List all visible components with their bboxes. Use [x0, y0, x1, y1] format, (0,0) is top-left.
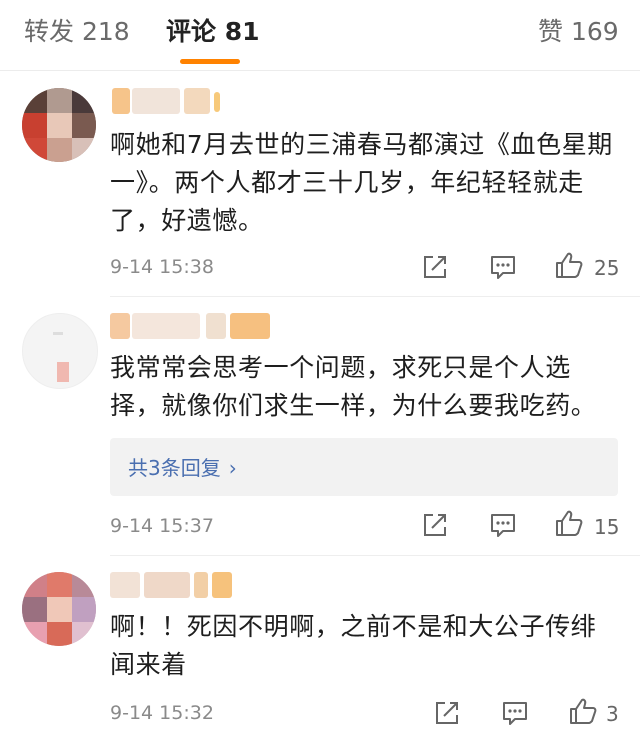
like-count: 15 — [594, 515, 620, 539]
comment-text: 啊！！死因不明啊，之前不是和大公子传绯闻来着 — [110, 612, 597, 679]
thumbs-up-icon[interactable] — [554, 508, 584, 538]
comment-item: 啊她和7月去世的三浦春马都演过《血色星期一》。两个人都才三十几岁，年纪轻轻就走了… — [0, 70, 640, 296]
active-tab-indicator — [180, 59, 240, 64]
comment-icon[interactable] — [500, 698, 530, 728]
chevron-right-icon: › — [228, 456, 237, 480]
thumbs-up-icon[interactable] — [554, 250, 584, 280]
comment-icon[interactable] — [488, 510, 518, 540]
thumbs-up-icon[interactable] — [568, 696, 598, 726]
avatar[interactable] — [22, 88, 96, 162]
comment-item: 啊！！死因不明啊，之前不是和大公子传绯闻来着 9-14 15:32 3 — [0, 556, 640, 734]
share-icon[interactable] — [420, 510, 450, 540]
tab-likes[interactable]: 赞 169 — [538, 14, 619, 50]
view-replies-link[interactable]: 共3条回复 › — [128, 452, 237, 481]
comment-timestamp: 9-14 15:37 — [110, 515, 214, 537]
share-icon[interactable] — [420, 252, 450, 282]
tab-reposts[interactable]: 转发 218 — [24, 14, 130, 50]
username-blurred[interactable] — [110, 572, 232, 598]
comment-item: 我常常会思考一个问题，求死只是个人选择，就像你们求生一样，为什么要我吃药。 共3… — [0, 297, 640, 555]
comment-text: 我常常会思考一个问题，求死只是个人选择，就像你们求生一样，为什么要我吃药。 — [110, 353, 597, 420]
avatar[interactable] — [22, 313, 98, 389]
like-count: 25 — [594, 256, 620, 280]
comment-icon[interactable] — [488, 252, 518, 282]
like-count: 3 — [606, 702, 619, 726]
username-blurred[interactable] — [110, 313, 280, 339]
replies-box[interactable]: 共3条回复 › — [110, 438, 618, 496]
comment-tabs: 转发 218 评论 81 赞 169 — [0, 0, 640, 71]
username-blurred[interactable] — [110, 88, 230, 114]
view-replies-label: 共3条回复 — [128, 456, 221, 480]
share-icon[interactable] — [432, 698, 462, 728]
comment-timestamp: 9-14 15:38 — [110, 256, 214, 278]
comment-timestamp: 9-14 15:32 — [110, 702, 214, 724]
tab-comments[interactable]: 评论 81 — [166, 14, 260, 50]
avatar[interactable] — [22, 572, 96, 646]
comment-text: 啊她和7月去世的三浦春马都演过《血色星期一》。两个人都才三十几岁，年纪轻轻就走了… — [110, 130, 613, 235]
